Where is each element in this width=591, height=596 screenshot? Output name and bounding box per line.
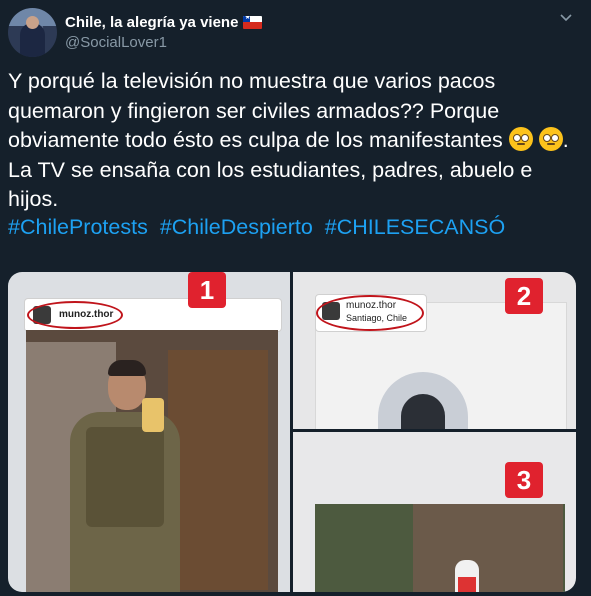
face-with-rolling-eyes-icon <box>538 127 563 151</box>
chile-flag-icon: ★ <box>243 16 263 29</box>
instagram-header: munoz.thor <box>24 298 282 332</box>
number-badge: 3 <box>505 462 543 498</box>
chevron-down-icon[interactable] <box>557 10 575 28</box>
photo-1[interactable]: munoz.thor 1 <box>8 272 290 592</box>
highlight-oval <box>27 301 123 329</box>
photo-3[interactable]: 3 <box>293 432 576 592</box>
name-row[interactable]: Chile, la alegría ya viene ★ <box>65 14 263 31</box>
instagram-header: munoz.thor Santiago, Chile <box>315 294 427 332</box>
number-badge: 2 <box>505 278 543 314</box>
highlight-oval <box>316 295 424 331</box>
hashtag-link[interactable]: #CHILESECANSÓ <box>325 215 505 239</box>
media-grid: munoz.thor 1 munoz.thor Santiago, Chile … <box>8 272 576 592</box>
hashtag-link[interactable]: #ChileDespierto <box>160 215 313 239</box>
tweet-text-part1: Y porqué la televisión no muestra que va… <box>8 69 509 152</box>
number-badge: 1 <box>188 272 226 308</box>
user-handle[interactable]: @SocialLover1 <box>65 34 167 51</box>
tweet-text: Y porqué la televisión no muestra que va… <box>8 67 578 215</box>
photo-2[interactable]: munoz.thor Santiago, Chile 2 <box>293 272 576 429</box>
hashtag-link[interactable]: #ChileProtests <box>8 215 148 239</box>
face-with-rolling-eyes-icon <box>508 127 533 151</box>
hashtags: #ChileProtests #ChileDespierto #CHILESEC… <box>8 215 511 240</box>
display-name[interactable]: Chile, la alegría ya viene <box>65 14 238 31</box>
tweet-header: Chile, la alegría ya viene ★ @SocialLove… <box>8 8 583 58</box>
avatar[interactable] <box>8 8 57 57</box>
